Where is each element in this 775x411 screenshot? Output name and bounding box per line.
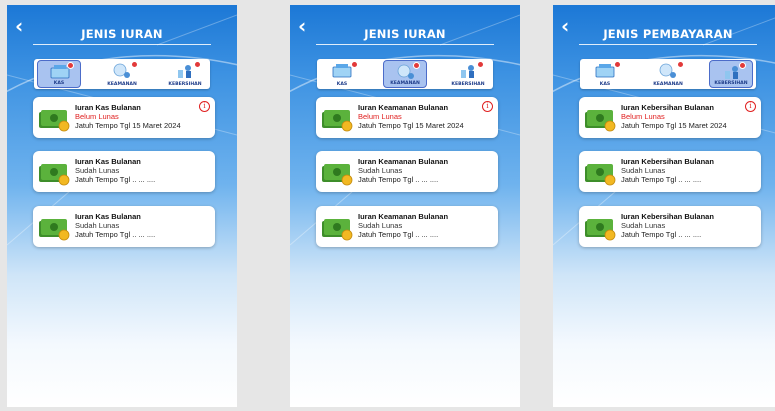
tab-label: KEBERSIHAN	[451, 82, 485, 87]
money-icon	[322, 219, 353, 241]
bill-card[interactable]: Iuran Kebersihan Bulanan Sudah Lunas Jat…	[579, 206, 761, 247]
page-title: JENIS PEMBAYARAN	[603, 27, 733, 41]
screen-kebersihan: ‹ JENIS PEMBAYARAN KAS KEAMANAN KEBERSIH…	[553, 5, 775, 407]
bill-due-date: Jatuh Tempo Tgl .. ... ....	[621, 175, 702, 184]
bill-due-date: Jatuh Tempo Tgl .. ... ....	[358, 175, 439, 184]
bill-due-date: Jatuh Tempo Tgl 15 Maret 2024	[75, 121, 181, 130]
tab-label: KEAMANAN	[390, 81, 420, 86]
bill-title: Iuran Kas Bulanan	[75, 103, 141, 112]
notification-dot	[477, 61, 484, 68]
bill-title: Iuran Keamanan Bulanan	[358, 157, 449, 166]
bill-status: Belum Lunas	[75, 112, 119, 121]
money-icon	[39, 219, 70, 241]
bill-title: Iuran Keamanan Bulanan	[358, 103, 449, 112]
page-title: JENIS IURAN	[364, 27, 446, 41]
bill-card[interactable]: Iuran Kas Bulanan Sudah Lunas Jatuh Temp…	[33, 151, 215, 192]
bill-status: Sudah Lunas	[621, 166, 666, 175]
info-icon[interactable]: i	[482, 101, 493, 112]
bill-due-date: Jatuh Tempo Tgl 15 Maret 2024	[621, 121, 727, 130]
title-divider	[33, 44, 211, 45]
bill-due-date: Jatuh Tempo Tgl 15 Maret 2024	[358, 121, 464, 130]
bill-status: Sudah Lunas	[621, 221, 666, 230]
tab-kebersihan[interactable]: KEBERSIHAN	[446, 60, 490, 88]
tab-kas[interactable]: KAS	[583, 60, 627, 88]
bill-due-date: Jatuh Tempo Tgl .. ... ....	[75, 230, 156, 239]
tab-label: KAS	[599, 82, 611, 87]
bill-card[interactable]: Iuran Keamanan Bulanan Sudah Lunas Jatuh…	[316, 151, 498, 192]
tab-kas[interactable]: KAS	[320, 60, 364, 88]
info-icon[interactable]: i	[199, 101, 210, 112]
bill-card[interactable]: Iuran Keamanan Bulanan Sudah Lunas Jatuh…	[316, 206, 498, 247]
tab-label: KAS	[53, 81, 65, 86]
tab-label: KEAMANAN	[107, 82, 137, 87]
notification-dot	[131, 61, 138, 68]
money-icon	[322, 164, 353, 186]
bill-title: Iuran Kebersihan Bulanan	[621, 103, 714, 112]
bill-status: Sudah Lunas	[75, 221, 120, 230]
category-tabbar: KAS KEAMANAN KEBERSIHAN	[580, 59, 756, 89]
notification-dot	[351, 61, 358, 68]
bill-due-date: Jatuh Tempo Tgl .. ... ....	[358, 230, 439, 239]
notification-dot	[614, 61, 621, 68]
bill-status: Sudah Lunas	[75, 166, 120, 175]
bill-title: Iuran Kas Bulanan	[75, 157, 141, 166]
screen-kas: ‹ JENIS IURAN KAS KEAMANAN KEBERSIHAN Iu…	[7, 5, 237, 407]
tab-label: KEAMANAN	[653, 82, 683, 87]
notification-dot	[194, 61, 201, 68]
title-divider	[579, 44, 757, 45]
tab-label: KEBERSIHAN	[714, 81, 748, 86]
money-icon	[585, 219, 616, 241]
bill-status: Sudah Lunas	[358, 166, 403, 175]
tab-label: KAS	[336, 82, 348, 87]
bill-title: Iuran Keamanan Bulanan	[358, 212, 449, 221]
bill-status: Sudah Lunas	[358, 221, 403, 230]
tab-keamanan[interactable]: KEAMANAN	[383, 60, 427, 88]
category-tabbar: KAS KEAMANAN KEBERSIHAN	[34, 59, 210, 89]
notification-dot	[677, 61, 684, 68]
tab-label: KEBERSIHAN	[168, 82, 202, 87]
bill-card[interactable]: Iuran Kebersihan Bulanan Belum Lunas Jat…	[579, 97, 761, 138]
bill-card[interactable]: Iuran Kebersihan Bulanan Sudah Lunas Jat…	[579, 151, 761, 192]
tab-keamanan[interactable]: KEAMANAN	[646, 60, 690, 88]
bill-title: Iuran Kas Bulanan	[75, 212, 141, 221]
category-tabbar: KAS KEAMANAN KEBERSIHAN	[317, 59, 493, 89]
money-icon	[322, 110, 353, 132]
tab-kebersihan[interactable]: KEBERSIHAN	[709, 60, 753, 88]
bill-title: Iuran Kebersihan Bulanan	[621, 212, 714, 221]
bill-card[interactable]: Iuran Keamanan Bulanan Belum Lunas Jatuh…	[316, 97, 498, 138]
bill-card[interactable]: Iuran Kas Bulanan Sudah Lunas Jatuh Temp…	[33, 206, 215, 247]
screen-keamanan: ‹ JENIS IURAN KAS KEAMANAN KEBERSIHAN Iu…	[290, 5, 520, 407]
title-divider	[316, 44, 494, 45]
tab-kebersihan[interactable]: KEBERSIHAN	[163, 60, 207, 88]
tab-keamanan[interactable]: KEAMANAN	[100, 60, 144, 88]
notification-dot	[739, 62, 746, 69]
bill-status: Belum Lunas	[621, 112, 665, 121]
info-icon[interactable]: i	[745, 101, 756, 112]
notification-dot	[413, 62, 420, 69]
money-icon	[39, 164, 70, 186]
tab-kas[interactable]: KAS	[37, 60, 81, 88]
bill-due-date: Jatuh Tempo Tgl .. ... ....	[621, 230, 702, 239]
money-icon	[585, 110, 616, 132]
bill-card[interactable]: Iuran Kas Bulanan Belum Lunas Jatuh Temp…	[33, 97, 215, 138]
bill-title: Iuran Kebersihan Bulanan	[621, 157, 714, 166]
money-icon	[39, 110, 70, 132]
notification-dot	[67, 62, 74, 69]
bill-due-date: Jatuh Tempo Tgl .. ... ....	[75, 175, 156, 184]
page-title: JENIS IURAN	[81, 27, 163, 41]
bill-status: Belum Lunas	[358, 112, 402, 121]
money-icon	[585, 164, 616, 186]
